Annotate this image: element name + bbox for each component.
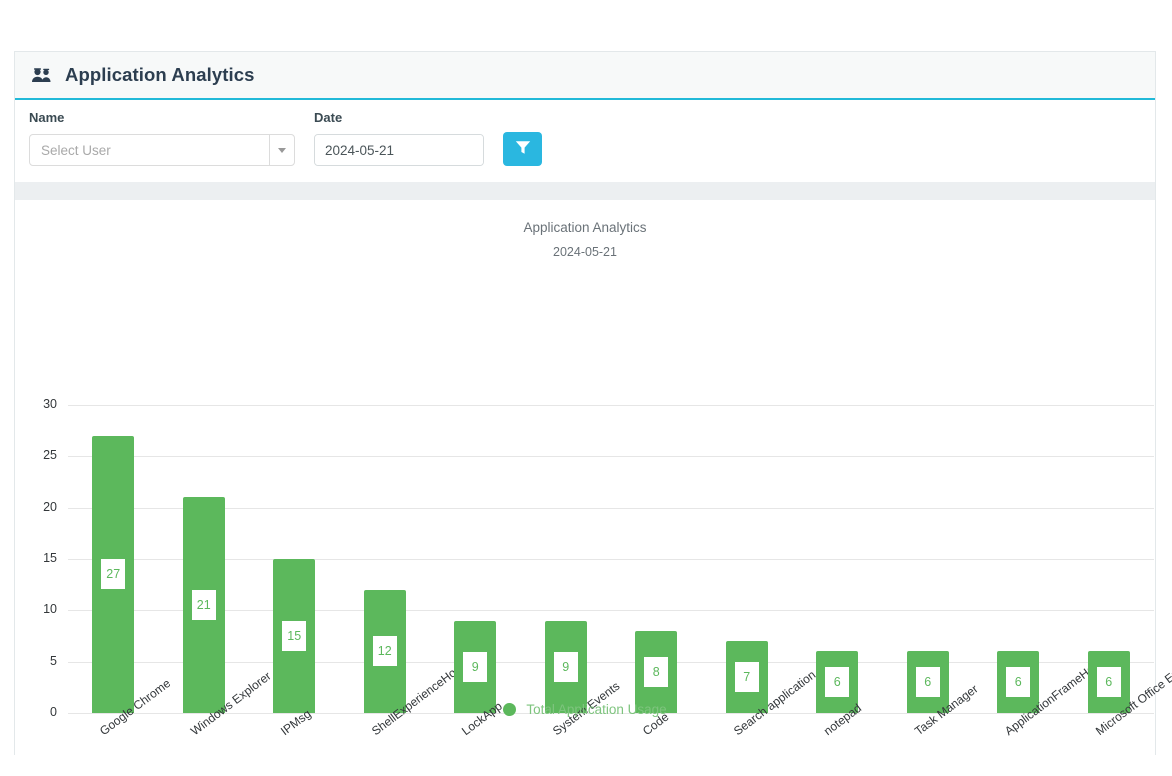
filter-bar: Name Select User Date bbox=[15, 100, 1155, 182]
chevron-down-icon[interactable] bbox=[269, 135, 294, 165]
gridline bbox=[68, 456, 1154, 458]
date-input[interactable] bbox=[315, 135, 483, 165]
page-title: Application Analytics bbox=[65, 64, 255, 85]
bar-value-label: 9 bbox=[463, 651, 488, 682]
bar-value-label: 6 bbox=[915, 667, 940, 698]
y-axis-tick-label: 10 bbox=[43, 602, 57, 617]
user-select[interactable]: Select User bbox=[29, 134, 295, 166]
y-axis-tick-label: 25 bbox=[43, 448, 57, 463]
funnel-filter-icon bbox=[515, 140, 531, 158]
y-axis-tick-label: 15 bbox=[43, 551, 57, 565]
user-select-placeholder: Select User bbox=[41, 142, 111, 158]
y-axis-tick-label: 30 bbox=[43, 397, 57, 411]
chart-legend[interactable]: Total Application Usage bbox=[15, 702, 1155, 717]
legend-label: Total Application Usage bbox=[526, 702, 667, 717]
gridline bbox=[68, 559, 1154, 560]
bar-value-label: 6 bbox=[1096, 667, 1121, 698]
bar-value-label: 21 bbox=[191, 590, 216, 621]
y-axis-tick-label: 20 bbox=[43, 499, 57, 514]
bar-value-label: 27 bbox=[101, 559, 126, 590]
name-field-group: Name Select User bbox=[29, 111, 295, 166]
date-label: Date bbox=[314, 110, 343, 125]
y-axis-tick-label: 5 bbox=[50, 653, 57, 668]
panel-header: Application Analytics bbox=[15, 52, 1155, 100]
application-analytics-chart: Application Analytics 2024-05-21 0 5 10 15 2… bbox=[15, 200, 1172, 755]
users-group-icon bbox=[31, 66, 53, 84]
plot-area: 0 5 10 15 20 25 30 27 Google Chrome 21 Windows Exp… bbox=[15, 200, 1172, 755]
bar-value-label: 8 bbox=[644, 656, 669, 687]
gridline bbox=[68, 507, 1154, 509]
bar-value-label: 6 bbox=[1006, 667, 1031, 698]
analytics-panel: Application Analytics Name Select User D… bbox=[14, 51, 1172, 755]
bar-value-label: 15 bbox=[282, 621, 307, 651]
bar-value-label: 12 bbox=[372, 636, 397, 667]
application-analytics-page: Application Analytics Name Select User D… bbox=[0, 0, 1172, 776]
date-picker[interactable] bbox=[314, 134, 484, 166]
bar-value-label: 6 bbox=[825, 667, 850, 698]
gridline bbox=[68, 610, 1154, 612]
gridline bbox=[68, 661, 1154, 663]
section-divider bbox=[15, 182, 1155, 200]
legend-color-swatch bbox=[503, 703, 517, 716]
name-label: Name bbox=[29, 110, 65, 125]
gridline bbox=[68, 405, 1154, 406]
date-field-group: Date bbox=[314, 111, 484, 166]
apply-filter-button[interactable] bbox=[503, 132, 542, 166]
bar-value-label: 7 bbox=[734, 662, 759, 693]
bar-value-label: 9 bbox=[553, 651, 578, 682]
